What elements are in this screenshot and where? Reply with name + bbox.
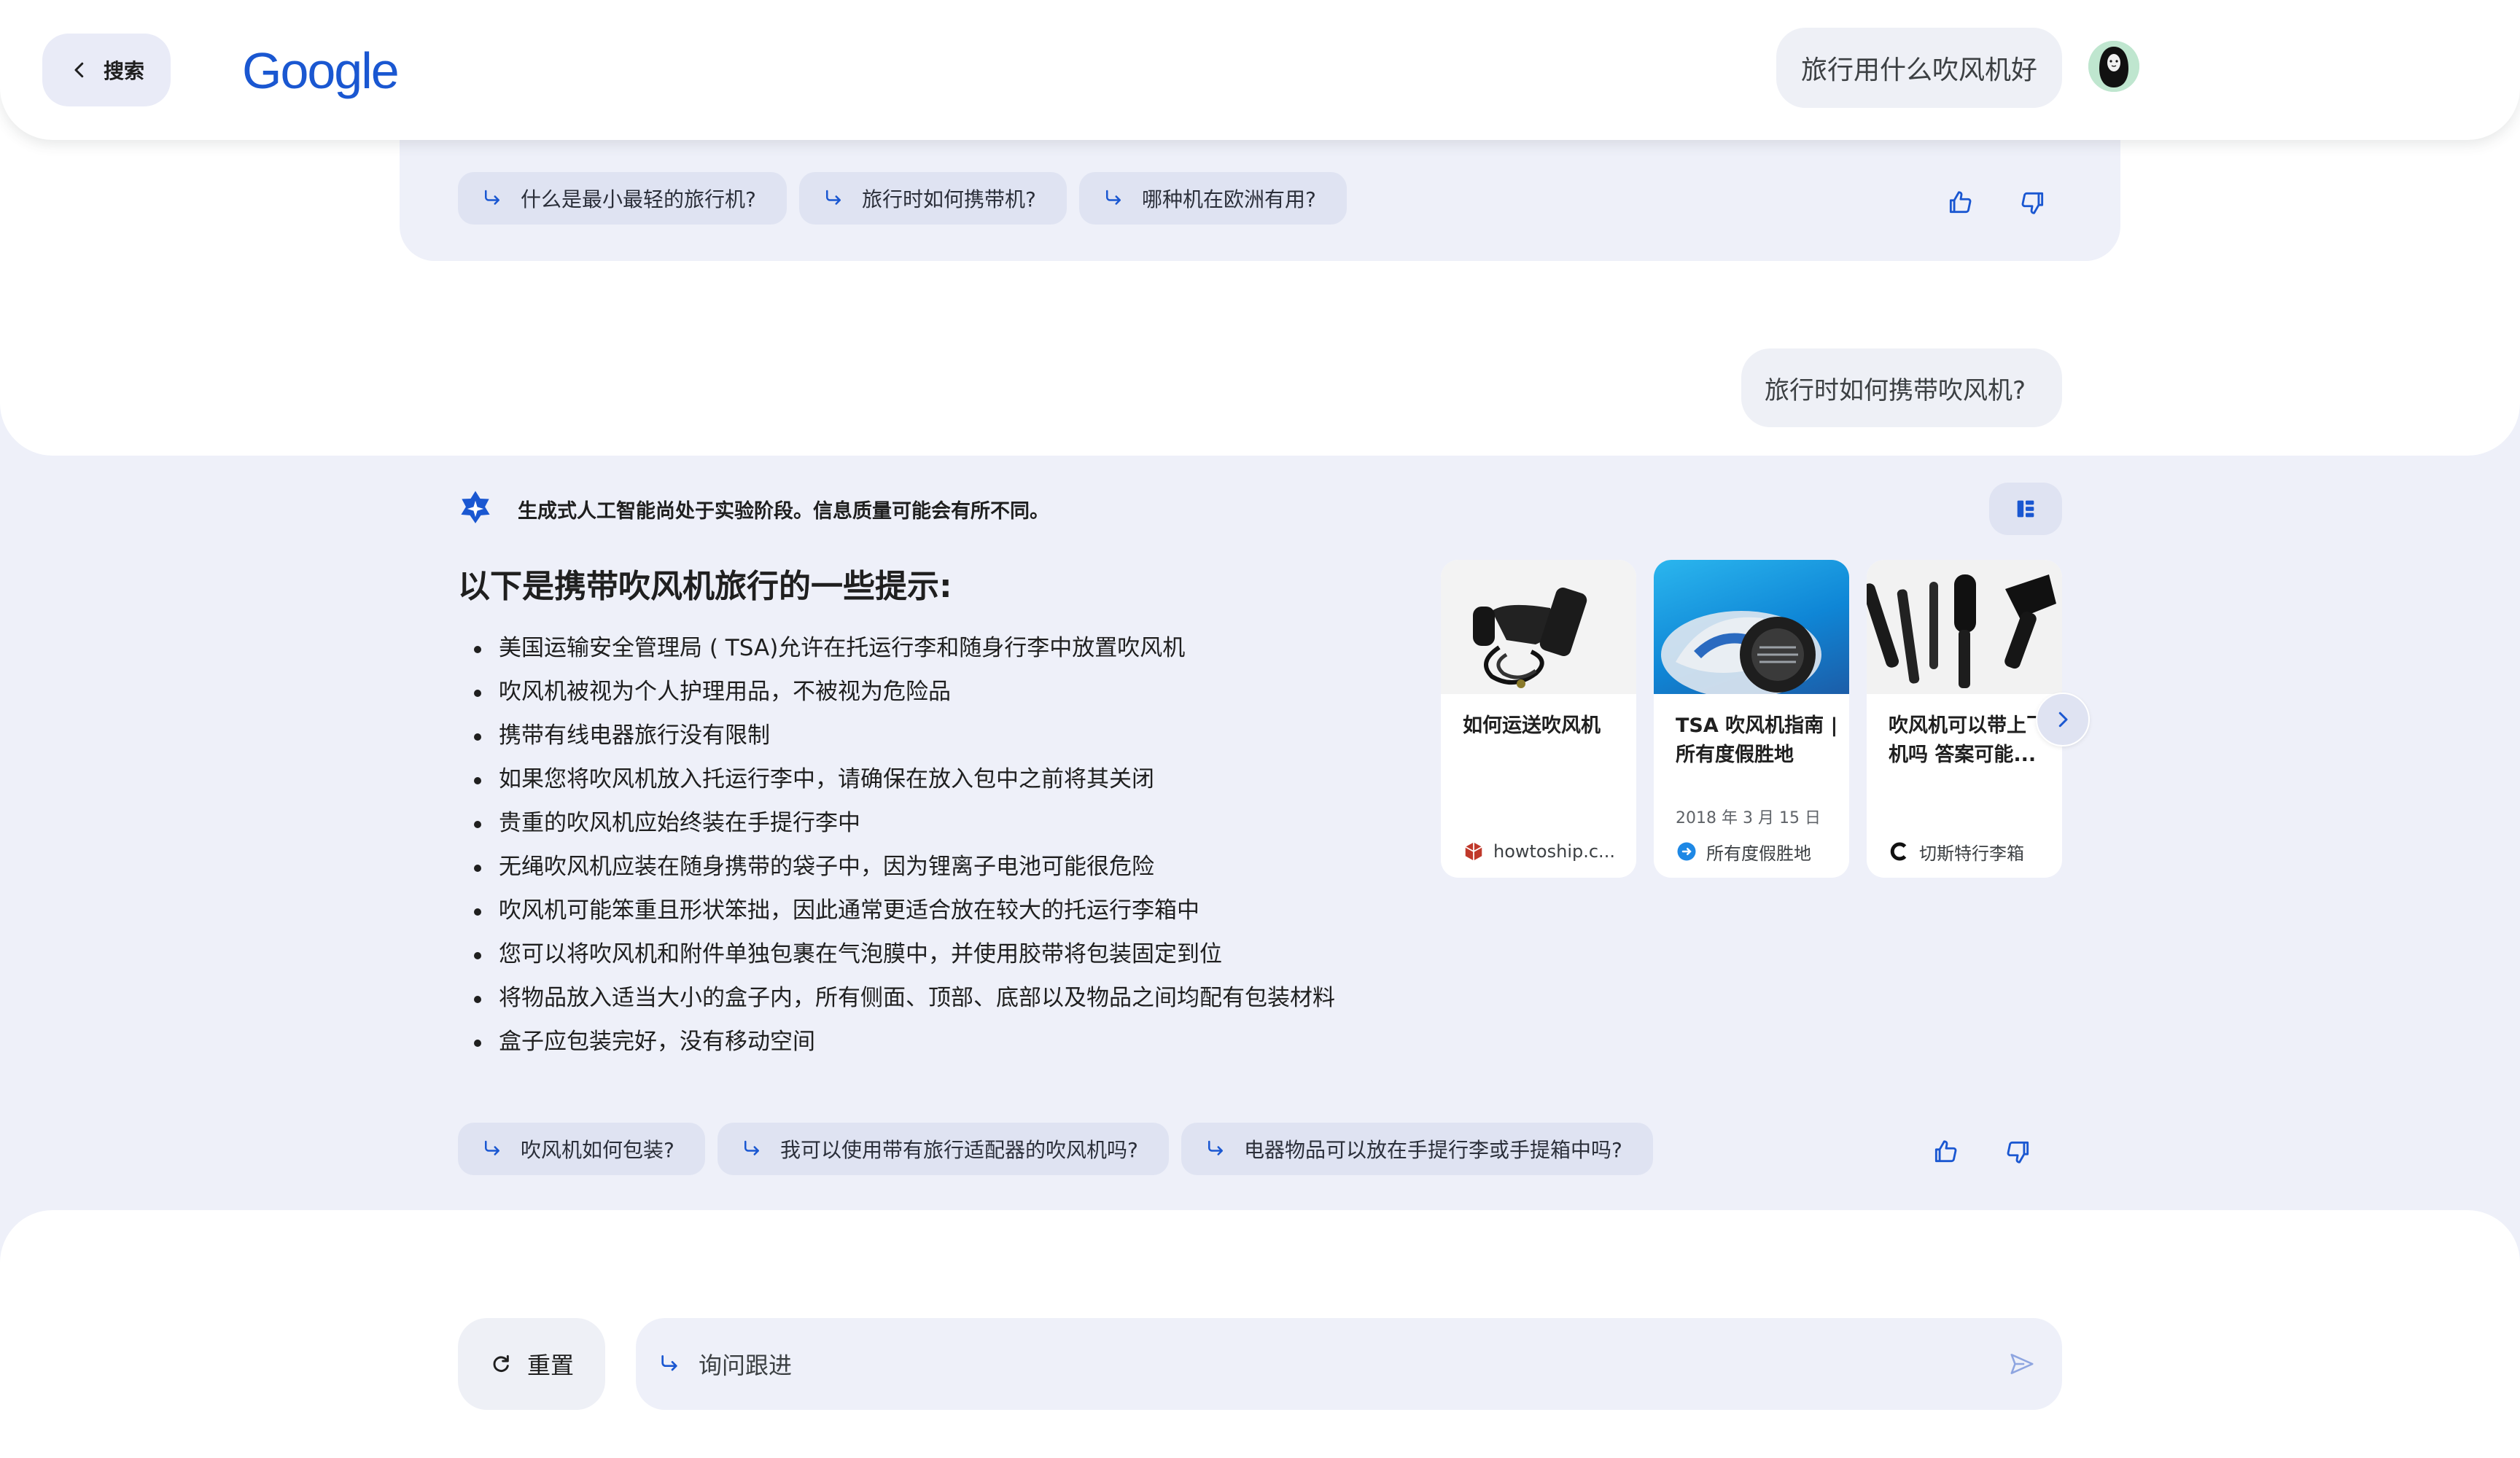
chip-label: 我可以使用带有旅行适配器的吹风机吗? [780, 1138, 1138, 1162]
list-item: 将物品放入适当大小的盒子内，所有侧面、顶部、底部以及物品之间均配有包装材料 [458, 980, 1335, 1024]
chip-label: 旅行时如何携带机? [862, 187, 1036, 211]
hair-tools-image [1867, 560, 2062, 694]
list-item: 无绳吹风机应装在随身携带的袋子中，因为锂离子电池可能很危险 [458, 849, 1335, 892]
source-site: 所有度假胜地 [1676, 837, 1811, 866]
list-item: 吹风机可能笨重且形状笨拙，因此通常更适合放在较大的托运行李箱中 [458, 892, 1335, 936]
source-site-name: 所有度假胜地 [1706, 843, 1811, 864]
reply-arrow-icon [485, 190, 499, 205]
chevron-left-icon [74, 62, 84, 78]
source-site-name: 切斯特行李箱 [1919, 843, 2024, 864]
list-item: 盒子应包装完好，没有移动空间 [458, 1024, 1335, 1067]
avatar[interactable] [2088, 41, 2139, 92]
chip-label: 吹风机如何包装? [521, 1138, 674, 1162]
send-icon[interactable] [2008, 1350, 2036, 1378]
reply-arrow-icon [1208, 1140, 1223, 1155]
list-item: 您可以将吹风机和附件单独包裹在气泡膜中，并使用胶带将包装固定到位 [458, 936, 1335, 980]
followup-chip[interactable]: 吹风机如何包装? [458, 1123, 705, 1175]
next-sources-button[interactable] [2036, 693, 2090, 746]
chevron-right-icon [2058, 712, 2068, 728]
source-site-name: howtoship.c... [1493, 841, 1615, 862]
disclaimer-text: 生成式人工智能尚处于实验阶段。信息质量可能会有所不同。 [518, 499, 1049, 523]
reset-label: 重置 [526, 1352, 574, 1379]
google-logo[interactable]: Google [242, 38, 400, 104]
source-title: TSA 吹风机指南 | 所有度假胜地 [1676, 714, 1838, 766]
gemini-sparkle-icon [461, 491, 490, 523]
thumbs-up-icon[interactable] [1928, 1134, 1963, 1169]
answer-title: 以下是携带吹风机旅行的一些提示: [458, 568, 952, 605]
followup-chip[interactable]: 旅行时如何携带机? [799, 172, 1067, 225]
reply-arrow-icon [1106, 190, 1121, 205]
thumbs-down-icon[interactable] [2015, 185, 2050, 220]
thumbs-down-icon[interactable] [2001, 1134, 2036, 1169]
panel-layout-icon [2017, 500, 2034, 518]
followup-chip[interactable]: 哪种机在欧洲有用? [1079, 172, 1347, 225]
back-to-search-button[interactable]: 搜索 [42, 34, 171, 106]
refresh-icon [493, 1354, 509, 1372]
list-item: 贵重的吹风机应始终装在手提行李中 [458, 805, 1335, 849]
answer-bullet-list: 美国运输安全管理局 ( TSA)允许在托运行李和随身行李中放置吹风机 吹风机被视… [458, 630, 1335, 1067]
user-message-bubble: 旅行时如何携带吹风机? [1741, 348, 2062, 427]
source-card[interactable]: TSA 吹风机指南 | 所有度假胜地 2018 年 3 月 15 日 所有度假胜… [1654, 560, 1849, 878]
layout-toggle-button[interactable] [1989, 483, 2062, 535]
ask-followup-input[interactable]: 询问跟进 [636, 1318, 2062, 1410]
ai-disclaimer: 生成式人工智能尚处于实验阶段。信息质量可能会有所不同。 [455, 487, 1049, 531]
hair-dryer-image [1441, 560, 1636, 694]
user-message-text: 旅行时如何携带吹风机? [1764, 375, 2026, 405]
original-query-pill: 旅行用什么吹风机好 [1776, 28, 2062, 108]
reply-arrow-icon [661, 1355, 677, 1371]
reply-arrow-icon [826, 190, 841, 205]
back-label: 搜索 [103, 59, 144, 83]
chip-label: 哪种机在欧洲有用? [1142, 187, 1316, 211]
source-card[interactable]: 吹风机可以带上飞机吗 答案可能... 切斯特行李箱 [1867, 560, 2062, 878]
chip-label: 什么是最小最轻的旅行机? [521, 187, 756, 211]
arrow-circle-logo-icon [1677, 842, 1696, 861]
source-date: 2018 年 3 月 15 日 [1676, 809, 1821, 827]
thumbs-up-icon[interactable] [1942, 185, 1978, 220]
followup-chip[interactable]: 我可以使用带有旅行适配器的吹风机吗? [718, 1123, 1169, 1175]
followup-chip[interactable]: 电器物品可以放在手提行李或手提箱中吗? [1181, 1123, 1653, 1175]
list-item: 吹风机被视为个人护理用品，不被视为危险品 [458, 674, 1335, 717]
source-card[interactable]: 如何运送吹风机 howtoship.c... [1441, 560, 1636, 878]
top-header: 搜索 Google 旅行用什么吹风机好 [0, 0, 2520, 140]
query-text: 旅行用什么吹风机好 [1800, 55, 2037, 85]
reply-arrow-icon [744, 1140, 759, 1155]
ask-placeholder: 询问跟进 [699, 1352, 793, 1379]
source-title: 吹风机可以带上飞机吗 答案可能... [1889, 714, 2046, 766]
source-site: 切斯特行李箱 [1889, 837, 2024, 866]
followup-chip[interactable]: 什么是最小最轻的旅行机? [458, 172, 787, 225]
source-site: howtoship.c... [1463, 837, 1615, 866]
box-logo-icon [1465, 842, 1482, 861]
chip-label: 电器物品可以放在手提行李或手提箱中吗? [1244, 1138, 1622, 1162]
c-logo-icon [1890, 842, 1907, 861]
hair-dryer-image [1654, 560, 1849, 694]
source-title: 如何运送吹风机 [1463, 714, 1601, 737]
list-item: 美国运输安全管理局 ( TSA)允许在托运行李和随身行李中放置吹风机 [458, 630, 1335, 674]
list-item: 携带有线电器旅行没有限制 [458, 717, 1335, 761]
reply-arrow-icon [485, 1140, 499, 1155]
reset-button[interactable]: 重置 [458, 1318, 605, 1410]
list-item: 如果您将吹风机放入托运行李中，请确保在放入包中之前将其关闭 [458, 761, 1335, 805]
